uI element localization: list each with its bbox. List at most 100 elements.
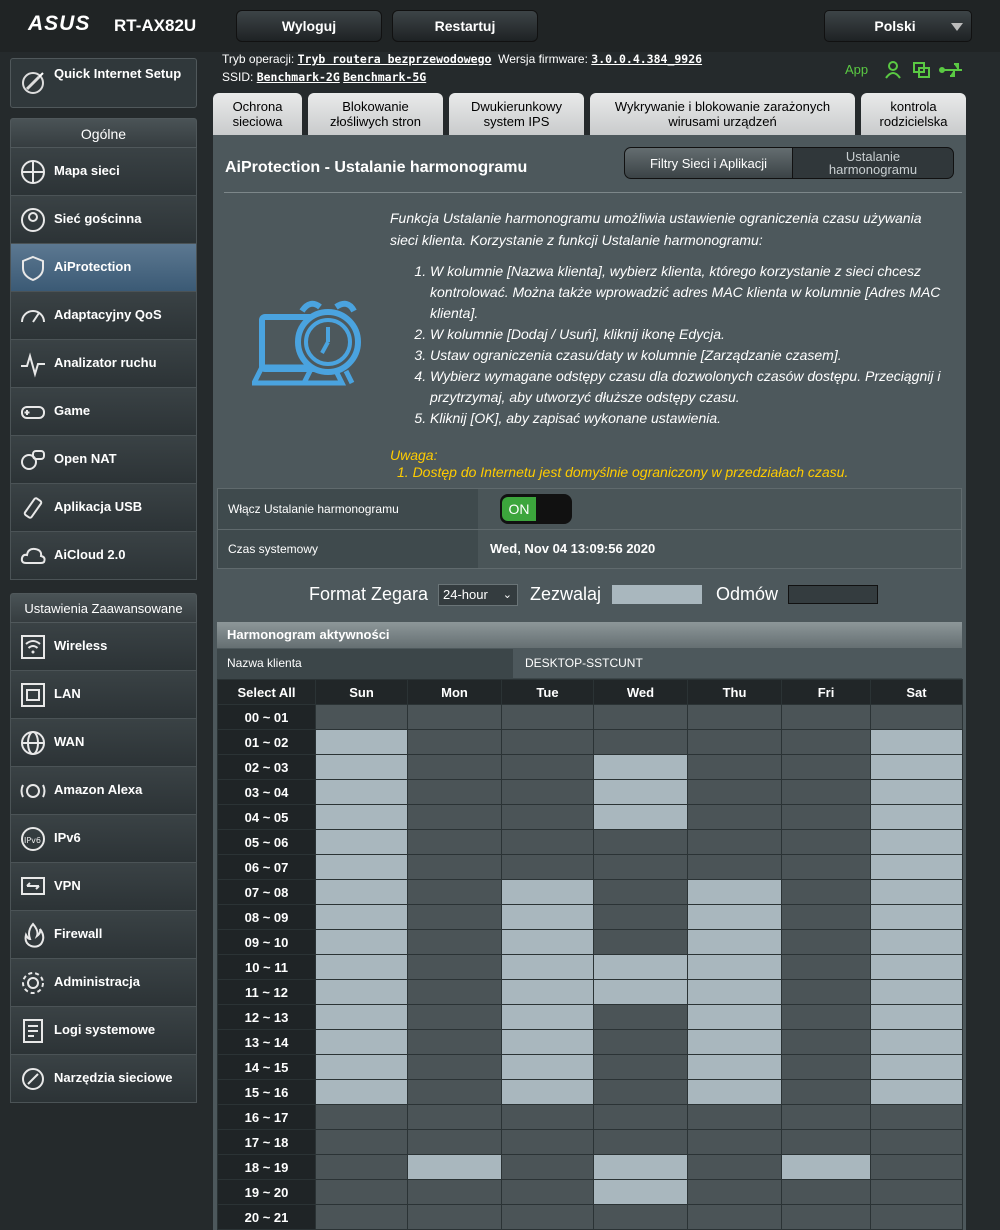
schedule-cell[interactable] — [407, 1154, 502, 1180]
time-slot-label[interactable]: 05 ~ 06 — [217, 829, 316, 855]
schedule-cell[interactable] — [315, 1104, 408, 1130]
schedule-cell[interactable] — [870, 1054, 963, 1080]
schedule-cell[interactable] — [781, 1029, 871, 1055]
schedule-cell[interactable] — [781, 704, 871, 730]
schedule-cell[interactable] — [407, 704, 502, 730]
enable-schedule-switch[interactable]: ON — [500, 494, 572, 524]
sidebar-item-analizator-ruchu[interactable]: Analizator ruchu — [10, 340, 197, 388]
schedule-cell[interactable] — [687, 929, 782, 955]
schedule-cell[interactable] — [781, 779, 871, 805]
day-header-thu[interactable]: Thu — [687, 679, 782, 705]
schedule-cell[interactable] — [687, 754, 782, 780]
sidebar-item-wireless[interactable]: Wireless — [10, 623, 197, 671]
time-slot-label[interactable]: 17 ~ 18 — [217, 1129, 316, 1155]
schedule-cell[interactable] — [593, 1079, 688, 1105]
schedule-cell[interactable] — [687, 1179, 782, 1205]
schedule-cell[interactable] — [501, 929, 594, 955]
schedule-cell[interactable] — [870, 854, 963, 880]
sidebar-item-sie-go-cinna[interactable]: Sieć gościnna — [10, 196, 197, 244]
schedule-cell[interactable] — [315, 1179, 408, 1205]
time-slot-label[interactable]: 01 ~ 02 — [217, 729, 316, 755]
schedule-cell[interactable] — [315, 804, 408, 830]
schedule-cell[interactable] — [781, 1004, 871, 1030]
schedule-cell[interactable] — [870, 1079, 963, 1105]
schedule-cell[interactable] — [501, 1179, 594, 1205]
schedule-cell[interactable] — [870, 1129, 963, 1155]
schedule-cell[interactable] — [501, 1054, 594, 1080]
time-slot-label[interactable]: 07 ~ 08 — [217, 879, 316, 905]
time-slot-label[interactable]: 04 ~ 05 — [217, 804, 316, 830]
time-slot-label[interactable]: 11 ~ 12 — [217, 979, 316, 1005]
schedule-cell[interactable] — [781, 754, 871, 780]
filters-toggle-button[interactable]: Filtry Sieci i Aplikacji — [624, 147, 793, 179]
schedule-cell[interactable] — [315, 979, 408, 1005]
schedule-cell[interactable] — [407, 1079, 502, 1105]
sidebar-item-vpn[interactable]: VPN — [10, 863, 197, 911]
schedule-cell[interactable] — [593, 879, 688, 905]
schedule-cell[interactable] — [501, 1029, 594, 1055]
schedule-cell[interactable] — [315, 829, 408, 855]
schedule-cell[interactable] — [781, 829, 871, 855]
schedule-cell[interactable] — [315, 729, 408, 755]
schedule-cell[interactable] — [593, 829, 688, 855]
day-header-fri[interactable]: Fri — [781, 679, 871, 705]
schedule-cell[interactable] — [781, 1179, 871, 1205]
clock-format-select[interactable]: 24-hour ⌄ — [438, 584, 518, 606]
time-slot-label[interactable]: 14 ~ 15 — [217, 1054, 316, 1080]
schedule-cell[interactable] — [315, 1029, 408, 1055]
time-slot-label[interactable]: 03 ~ 04 — [217, 779, 316, 805]
schedule-cell[interactable] — [501, 804, 594, 830]
schedule-cell[interactable] — [501, 729, 594, 755]
schedule-cell[interactable] — [407, 1129, 502, 1155]
schedule-cell[interactable] — [687, 1079, 782, 1105]
schedule-cell[interactable] — [593, 704, 688, 730]
schedule-cell[interactable] — [501, 704, 594, 730]
schedule-cell[interactable] — [315, 954, 408, 980]
time-slot-label[interactable]: 08 ~ 09 — [217, 904, 316, 930]
schedule-cell[interactable] — [593, 954, 688, 980]
schedule-cell[interactable] — [687, 854, 782, 880]
schedule-cell[interactable] — [781, 1079, 871, 1105]
schedule-cell[interactable] — [315, 1054, 408, 1080]
sidebar-item-administracja[interactable]: Administracja — [10, 959, 197, 1007]
sidebar-item-ipv6[interactable]: IPv6 IPv6 — [10, 815, 197, 863]
schedule-cell[interactable] — [870, 754, 963, 780]
schedule-cell[interactable] — [870, 929, 963, 955]
day-header-sat[interactable]: Sat — [870, 679, 963, 705]
quick-internet-setup-button[interactable]: Quick Internet Setup — [10, 58, 197, 108]
schedule-cell[interactable] — [501, 1129, 594, 1155]
schedule-cell[interactable] — [687, 1054, 782, 1080]
day-header-sun[interactable]: Sun — [315, 679, 408, 705]
schedule-cell[interactable] — [501, 754, 594, 780]
day-header-tue[interactable]: Tue — [501, 679, 594, 705]
day-header-mon[interactable]: Mon — [407, 679, 502, 705]
schedule-cell[interactable] — [501, 904, 594, 930]
tab-parental-control[interactable]: kontrola rodzicielska — [861, 93, 966, 135]
schedule-cell[interactable] — [870, 1179, 963, 1205]
schedule-cell[interactable] — [315, 1204, 408, 1230]
schedule-cell[interactable] — [593, 904, 688, 930]
schedule-cell[interactable] — [870, 704, 963, 730]
schedule-cell[interactable] — [407, 1179, 502, 1205]
schedule-cell[interactable] — [593, 979, 688, 1005]
schedule-cell[interactable] — [870, 904, 963, 930]
schedule-cell[interactable] — [870, 954, 963, 980]
schedule-cell[interactable] — [407, 729, 502, 755]
schedule-cell[interactable] — [870, 829, 963, 855]
schedule-cell[interactable] — [407, 1054, 502, 1080]
tab-ips[interactable]: Dwukierunkowy system IPS — [449, 93, 584, 135]
schedule-cell[interactable] — [781, 954, 871, 980]
schedule-cell[interactable] — [593, 1204, 688, 1230]
schedule-cell[interactable] — [687, 979, 782, 1005]
schedule-cell[interactable] — [870, 1029, 963, 1055]
sidebar-item-logi-systemowe[interactable]: Logi systemowe — [10, 1007, 197, 1055]
schedule-cell[interactable] — [870, 879, 963, 905]
schedule-cell[interactable] — [593, 929, 688, 955]
schedule-cell[interactable] — [315, 879, 408, 905]
time-slot-label[interactable]: 19 ~ 20 — [217, 1179, 316, 1205]
language-select[interactable]: Polski — [824, 10, 972, 42]
schedule-cell[interactable] — [593, 1054, 688, 1080]
sidebar-item-lan[interactable]: LAN — [10, 671, 197, 719]
schedule-cell[interactable] — [781, 804, 871, 830]
sidebar-item-aicloud-2-0[interactable]: AiCloud 2.0 — [10, 532, 197, 580]
